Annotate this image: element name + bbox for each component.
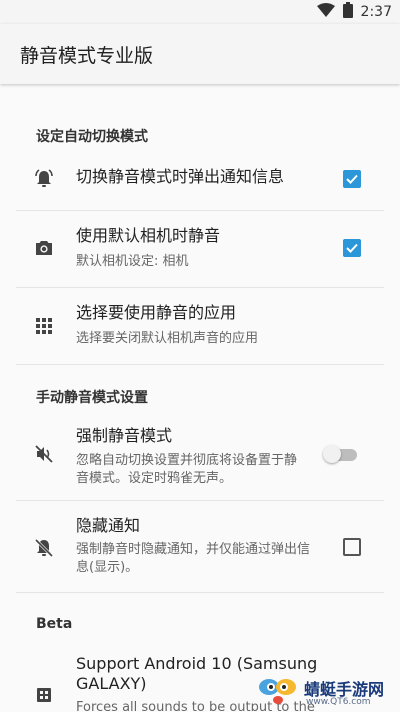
battery-icon xyxy=(342,2,353,22)
pref-notify-on-switch[interactable]: 切换静音模式时弹出通知信息 xyxy=(0,155,400,211)
watermark-url: www.QT6.com xyxy=(306,697,371,707)
mute-camera-checkbox[interactable] xyxy=(343,239,361,257)
wifi-icon xyxy=(316,3,335,21)
pref-title: 隐藏通知 xyxy=(76,516,141,535)
bell-off-icon xyxy=(34,538,54,558)
divider xyxy=(16,592,384,593)
apps-grid-icon xyxy=(34,316,54,336)
force-silent-switch[interactable] xyxy=(323,444,359,464)
dragonfly-logo-icon xyxy=(256,672,300,712)
notify-checkbox[interactable] xyxy=(343,170,361,188)
pref-title: 切换静音模式时弹出通知信息 xyxy=(76,167,285,186)
divider xyxy=(16,364,384,365)
app-bar: 静音模式专业版 xyxy=(0,24,400,84)
pref-title: 强制静音模式 xyxy=(76,426,173,445)
pref-title: 使用默认相机时静音 xyxy=(76,226,221,245)
status-time: 2:37 xyxy=(360,4,392,20)
settings-list[interactable]: 设定自动切换模式 切换静音模式时弹出通知信息 使用默认相机时静音 默认相机设定: xyxy=(0,85,400,711)
divider xyxy=(16,500,384,501)
volume-off-icon xyxy=(34,444,54,464)
pref-mute-camera[interactable]: 使用默认相机时静音 默认相机设定: 相机 xyxy=(0,212,400,287)
switch-thumb xyxy=(323,445,341,463)
page-title: 静音模式专业版 xyxy=(20,45,154,67)
hide-notifications-checkbox[interactable] xyxy=(343,538,361,556)
pref-select-apps[interactable]: 选择要使用静音的应用 选择要关闭默认相机声音的应用 xyxy=(0,289,400,364)
divider xyxy=(16,210,384,211)
pref-hide-notifications[interactable]: 隐藏通知 强制静音时隐藏通知，并仅能通过弹出信 息(显示)。 xyxy=(0,502,400,592)
pref-summary-line-1: 忽略自动切换设置并彻底将设备置于静 xyxy=(76,453,298,468)
pref-summary: 默认相机设定: 相机 xyxy=(76,254,189,269)
camera-icon xyxy=(34,238,54,258)
pref-summary-line-2: 息(显示)。 xyxy=(76,560,139,575)
watermark: 蜻蜓手游网 www.QT6.com xyxy=(252,670,400,711)
status-icons: 2:37 xyxy=(316,2,392,22)
pref-summary-line-2: 音模式。设定时鸦雀无声。 xyxy=(76,471,233,486)
section-header-manual: 手动静音模式设置 xyxy=(36,390,148,406)
section-header-beta: Beta xyxy=(36,616,73,632)
pref-title-line-2: GALAXY) xyxy=(76,674,147,693)
pref-force-silent[interactable]: 强制静音模式 忽略自动切换设置并彻底将设备置于静 音模式。设定时鸦雀无声。 xyxy=(0,415,400,500)
chip-icon xyxy=(34,685,54,705)
section-header-auto: 设定自动切换模式 xyxy=(36,129,148,145)
bell-alert-icon xyxy=(34,169,54,189)
divider xyxy=(16,287,384,288)
pref-summary: 选择要关闭默认相机声音的应用 xyxy=(76,331,259,346)
status-bar: 2:37 xyxy=(0,0,400,24)
pref-summary-line-1: 强制静音时隐藏通知，并仅能通过弹出信 xyxy=(76,542,311,557)
pref-title: 选择要使用静音的应用 xyxy=(76,303,237,322)
